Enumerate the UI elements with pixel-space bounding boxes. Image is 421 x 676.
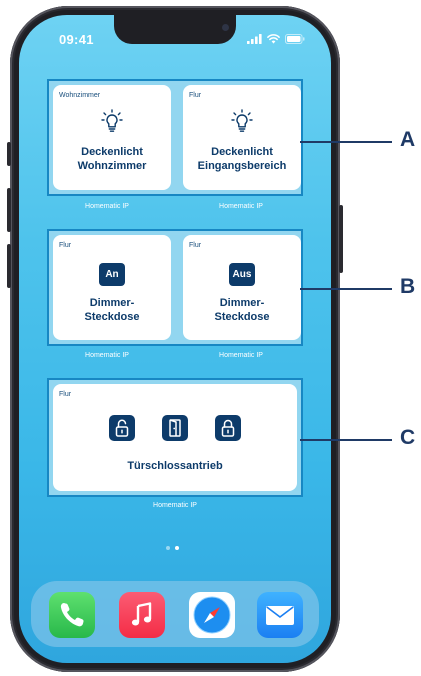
dimmer-widgets-group: Flur An Dimmer- Steckdose Flur Aus Dimme… — [47, 229, 303, 346]
dimmer-widget-an[interactable]: Flur An Dimmer- Steckdose — [53, 235, 171, 340]
unlock-icon — [115, 419, 129, 437]
mail-app-icon[interactable] — [257, 592, 303, 638]
widget-title-line2: Eingangsbereich — [197, 160, 287, 172]
door-lock-title: Türschlossantrieb — [127, 460, 223, 472]
provider-label: Homematic IP — [85, 203, 129, 210]
widget-title-line1: Deckenlicht — [211, 146, 273, 158]
door-lock-widget[interactable]: Flur Türschlossantrieb — [53, 384, 297, 491]
lightbulb-icon — [101, 109, 123, 132]
page-dot-active — [175, 546, 179, 550]
page-dot — [166, 546, 170, 550]
front-camera — [222, 24, 229, 31]
widget-title-line1: Deckenlicht — [81, 146, 143, 158]
open-door-button[interactable] — [162, 415, 188, 441]
lightbulb-icon — [231, 109, 253, 132]
provider-label: Homematic IP — [153, 502, 197, 509]
notch — [114, 15, 236, 44]
light-widget-wohnzimmer[interactable]: Wohnzimmer Deckenlicht Wohnzimmer — [53, 85, 171, 190]
silent-switch — [7, 142, 11, 166]
volume-down-button — [7, 244, 11, 288]
dock — [31, 581, 319, 647]
phone-icon — [60, 603, 84, 627]
room-label: Flur — [189, 242, 202, 249]
callout-label-b: B — [400, 275, 416, 298]
phone-app-icon[interactable] — [49, 592, 95, 638]
dimmer-off-button[interactable]: Aus — [229, 263, 255, 286]
callout-line-c — [300, 439, 392, 441]
music-app-icon[interactable] — [119, 592, 165, 638]
provider-label: Homematic IP — [219, 352, 263, 359]
dimmer-on-button[interactable]: An — [99, 263, 125, 286]
safari-app-icon[interactable] — [189, 592, 235, 638]
lock-button[interactable] — [215, 415, 241, 441]
callout-line-b — [300, 288, 392, 290]
unlock-button[interactable] — [109, 415, 135, 441]
envelope-icon — [266, 606, 294, 625]
provider-label: Homematic IP — [85, 352, 129, 359]
status-icons — [247, 34, 305, 44]
lock-icon — [221, 419, 235, 437]
compass-icon — [193, 596, 231, 634]
provider-label: Homematic IP — [219, 203, 263, 210]
widget-title-line1: Dimmer- — [89, 297, 135, 309]
home-screen: 09:41 Wohnzimmer Deckenlicht Wohnzimmer … — [19, 15, 331, 663]
signal-icon — [247, 34, 262, 44]
wifi-icon — [267, 34, 280, 44]
widget-title-line2: Steckdose — [214, 311, 270, 323]
room-label: Flur — [59, 242, 72, 249]
widget-title-line1: Dimmer- — [219, 297, 265, 309]
light-widgets-group: Wohnzimmer Deckenlicht Wohnzimmer Flur D… — [47, 79, 303, 196]
volume-up-button — [7, 188, 11, 232]
power-button — [339, 205, 343, 273]
music-note-icon — [131, 602, 152, 626]
status-time: 09:41 — [59, 32, 94, 47]
callout-label-a: A — [400, 128, 416, 151]
room-label: Flur — [189, 92, 202, 99]
dimmer-widget-aus[interactable]: Flur Aus Dimmer- Steckdose — [183, 235, 301, 340]
page-indicator[interactable] — [166, 546, 179, 550]
battery-icon — [285, 34, 305, 44]
widget-title-line2: Wohnzimmer — [77, 160, 147, 172]
room-label: Wohnzimmer — [59, 92, 101, 99]
door-open-icon — [169, 419, 181, 437]
room-label: Flur — [59, 391, 72, 398]
callout-label-c: C — [400, 426, 416, 449]
callout-line-a — [300, 141, 392, 143]
door-lock-widget-group: Flur Türschlossantrieb — [47, 378, 303, 497]
widget-title-line2: Steckdose — [84, 311, 140, 323]
light-widget-flur[interactable]: Flur Deckenlicht Eingangsbereich — [183, 85, 301, 190]
